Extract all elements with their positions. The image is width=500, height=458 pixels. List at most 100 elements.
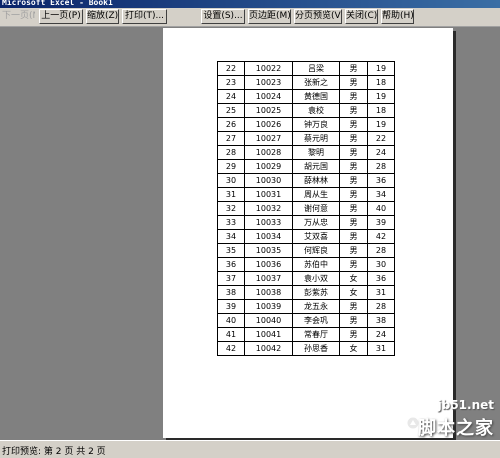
id-cell: 10023 (244, 75, 293, 90)
close-button[interactable]: 关闭(C) (345, 9, 378, 24)
row-number-cell: 34 (217, 229, 245, 244)
id-cell: 10030 (244, 173, 293, 188)
name-cell: 龙五永 (292, 299, 340, 314)
table-row: 32 10032 谢何意男 40 (217, 201, 395, 216)
row-number-cell: 29 (217, 159, 245, 174)
name-cell: 苏伯中 (292, 257, 340, 272)
name-cell: 谢何意 (292, 201, 340, 216)
help-button[interactable]: 帮助(H) (381, 9, 414, 24)
table-row: 35 10035 何辉良男 28 (217, 243, 395, 258)
id-cell: 10042 (244, 341, 293, 356)
name-cell: 薛林林 (292, 173, 340, 188)
gender-cell: 男 (339, 145, 368, 160)
setup-button[interactable]: 设置(S)... (201, 9, 245, 24)
gender-cell: 男 (339, 243, 368, 258)
zoom-button[interactable]: 缩放(Z) (86, 9, 119, 24)
status-bar: 打印预览: 第 2 页 共 2 页 (0, 440, 500, 458)
gender-cell: 男 (339, 173, 368, 188)
id-cell: 10032 (244, 201, 293, 216)
age-cell: 38 (367, 313, 395, 328)
table-row: 33 10033 万从忠男 39 (217, 215, 395, 230)
window-title: Microsoft Excel - Book1 (2, 0, 113, 7)
table-body: 22 10022 吕梁男 19 23 10023 张新之男 18 24 10024 黄德国男 19 25… (217, 61, 395, 356)
gender-cell: 女 (339, 271, 368, 286)
id-cell: 10029 (244, 159, 293, 174)
previous-page-button[interactable]: 上一页(P) (39, 9, 83, 24)
table-row: 41 10041 常春厅男 24 (217, 327, 395, 342)
id-cell: 10027 (244, 131, 293, 146)
name-cell: 钟万良 (292, 117, 340, 132)
id-cell: 10025 (244, 103, 293, 118)
gender-cell: 男 (339, 131, 368, 146)
watermark-name: 脚本之家 (418, 418, 494, 439)
gender-cell: 男 (339, 257, 368, 272)
age-cell: 31 (367, 285, 395, 300)
id-cell: 10040 (244, 313, 293, 328)
name-cell: 张新之 (292, 75, 340, 90)
table-row: 30 10030 薛林林男 36 (217, 173, 395, 188)
table-row: 42 10042 孙思香女 31 (217, 341, 395, 356)
row-number-cell: 25 (217, 103, 245, 118)
name-cell: 周从生 (292, 187, 340, 202)
row-number-cell: 41 (217, 327, 245, 342)
id-cell: 10022 (244, 61, 293, 76)
row-number-cell: 32 (217, 201, 245, 216)
age-cell: 40 (367, 201, 395, 216)
table-row: 26 10026 钟万良男 19 (217, 117, 395, 132)
gender-cell: 男 (339, 313, 368, 328)
row-number-cell: 33 (217, 215, 245, 230)
table-row: 40 10040 李会巩男 38 (217, 313, 395, 328)
age-cell: 18 (367, 103, 395, 118)
row-number-cell: 27 (217, 131, 245, 146)
row-number-cell: 22 (217, 61, 245, 76)
name-cell: 彭紫苏 (292, 285, 340, 300)
margins-button[interactable]: 页边距(M) (248, 9, 291, 24)
id-cell: 10041 (244, 327, 293, 342)
row-number-cell: 39 (217, 299, 245, 314)
id-cell: 10031 (244, 187, 293, 202)
id-cell: 10026 (244, 117, 293, 132)
gender-cell: 男 (339, 89, 368, 104)
age-cell: 19 (367, 61, 395, 76)
age-cell: 36 (367, 271, 395, 286)
id-cell: 10039 (244, 299, 293, 314)
age-cell: 18 (367, 75, 395, 90)
id-cell: 10037 (244, 271, 293, 286)
table-row: 24 10024 黄德国男 19 (217, 89, 395, 104)
name-cell: 蔡元明 (292, 131, 340, 146)
row-number-cell: 36 (217, 257, 245, 272)
name-cell: 胡元国 (292, 159, 340, 174)
name-cell: 袁小双 (292, 271, 340, 286)
name-cell: 黎明 (292, 145, 340, 160)
preview-page[interactable]: 22 10022 吕梁男 19 23 10023 张新之男 18 24 10024 黄德国男 19 25… (163, 28, 453, 438)
table-row: 23 10023 张新之男 18 (217, 75, 395, 90)
gender-cell: 男 (339, 229, 368, 244)
row-number-cell: 26 (217, 117, 245, 132)
row-number-cell: 35 (217, 243, 245, 258)
id-cell: 10024 (244, 89, 293, 104)
watermark-url: jb51.net (437, 398, 494, 412)
gender-cell: 男 (339, 61, 368, 76)
table-row: 34 10034 艾双喜男 42 (217, 229, 395, 244)
data-table: 22 10022 吕梁男 19 23 10023 张新之男 18 24 10024 黄德国男 19 25… (217, 61, 395, 356)
page-break-preview-button[interactable]: 分页预览(V) (294, 9, 342, 24)
id-cell: 10035 (244, 243, 293, 258)
table-row: 25 10025 袁校男 18 (217, 103, 395, 118)
print-button[interactable]: 打印(T)... (122, 9, 167, 24)
name-cell: 艾双喜 (292, 229, 340, 244)
name-cell: 吕梁 (292, 61, 340, 76)
gender-cell: 男 (339, 75, 368, 90)
name-cell: 何辉良 (292, 243, 340, 258)
age-cell: 28 (367, 159, 395, 174)
age-cell: 28 (367, 243, 395, 258)
row-number-cell: 42 (217, 341, 245, 356)
table-row: 36 10036 苏伯中男 30 (217, 257, 395, 272)
gender-cell: 男 (339, 201, 368, 216)
name-cell: 常春厅 (292, 327, 340, 342)
print-preview-toolbar: 下一页(N) 上一页(P) 缩放(Z) 打印(T)... 设置(S)... 页边… (0, 8, 500, 27)
gender-cell: 男 (339, 159, 368, 174)
next-page-button[interactable]: 下一页(N) (1, 9, 36, 24)
row-number-cell: 23 (217, 75, 245, 90)
table-row: 28 10028 黎明男 24 (217, 145, 395, 160)
gender-cell: 男 (339, 187, 368, 202)
